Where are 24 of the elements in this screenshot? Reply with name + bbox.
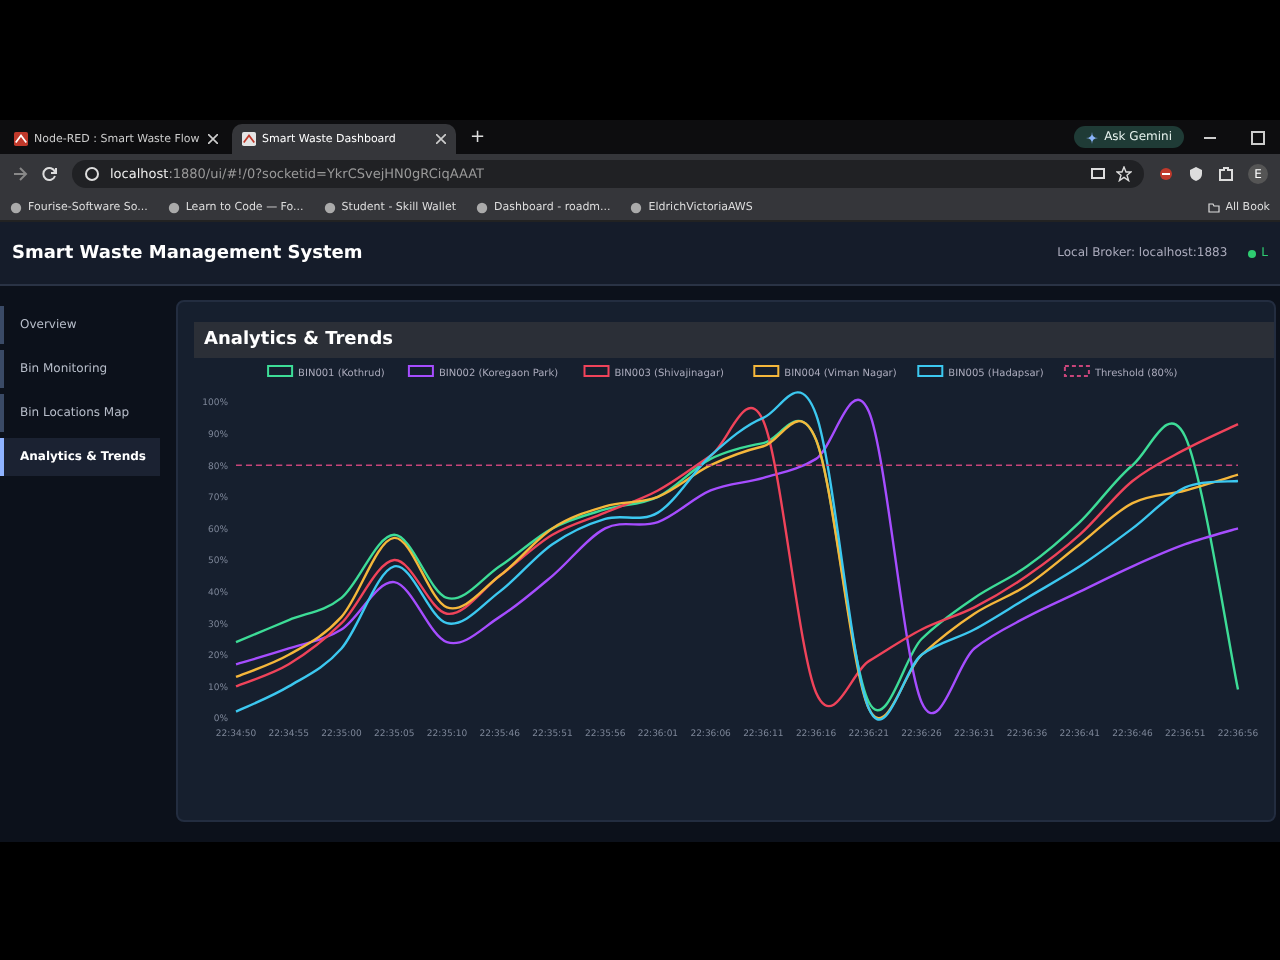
puzzle-icon[interactable] <box>1218 166 1234 182</box>
folder-icon <box>1207 201 1220 213</box>
bookmark-favicon-icon <box>10 201 22 213</box>
panel-title: Analytics & Trends <box>194 322 1274 358</box>
extension-icon[interactable] <box>1158 166 1174 182</box>
sparkle-icon <box>1086 131 1099 143</box>
reload-icon[interactable] <box>42 166 58 182</box>
forward-icon[interactable] <box>12 166 28 182</box>
tab-favicon-icon <box>242 132 256 146</box>
bookmark-favicon-icon <box>630 201 643 213</box>
restore-icon[interactable] <box>1250 130 1266 146</box>
app-title: Smart Waste Management System <box>12 243 363 263</box>
install-icon[interactable] <box>1090 166 1106 182</box>
close-icon[interactable] <box>436 134 446 144</box>
bookmark-star-icon[interactable] <box>1116 166 1132 182</box>
close-icon[interactable] <box>208 134 218 144</box>
bookmark-favicon-icon <box>167 201 180 213</box>
status-dot-icon <box>1247 249 1256 257</box>
site-info-icon[interactable] <box>84 166 100 182</box>
bookmark-favicon-icon <box>476 201 488 213</box>
new-tab-button[interactable]: + <box>460 124 496 154</box>
tab-favicon-icon <box>14 132 28 146</box>
shield-icon[interactable] <box>1188 166 1204 182</box>
bookmark-favicon-icon <box>323 201 336 213</box>
